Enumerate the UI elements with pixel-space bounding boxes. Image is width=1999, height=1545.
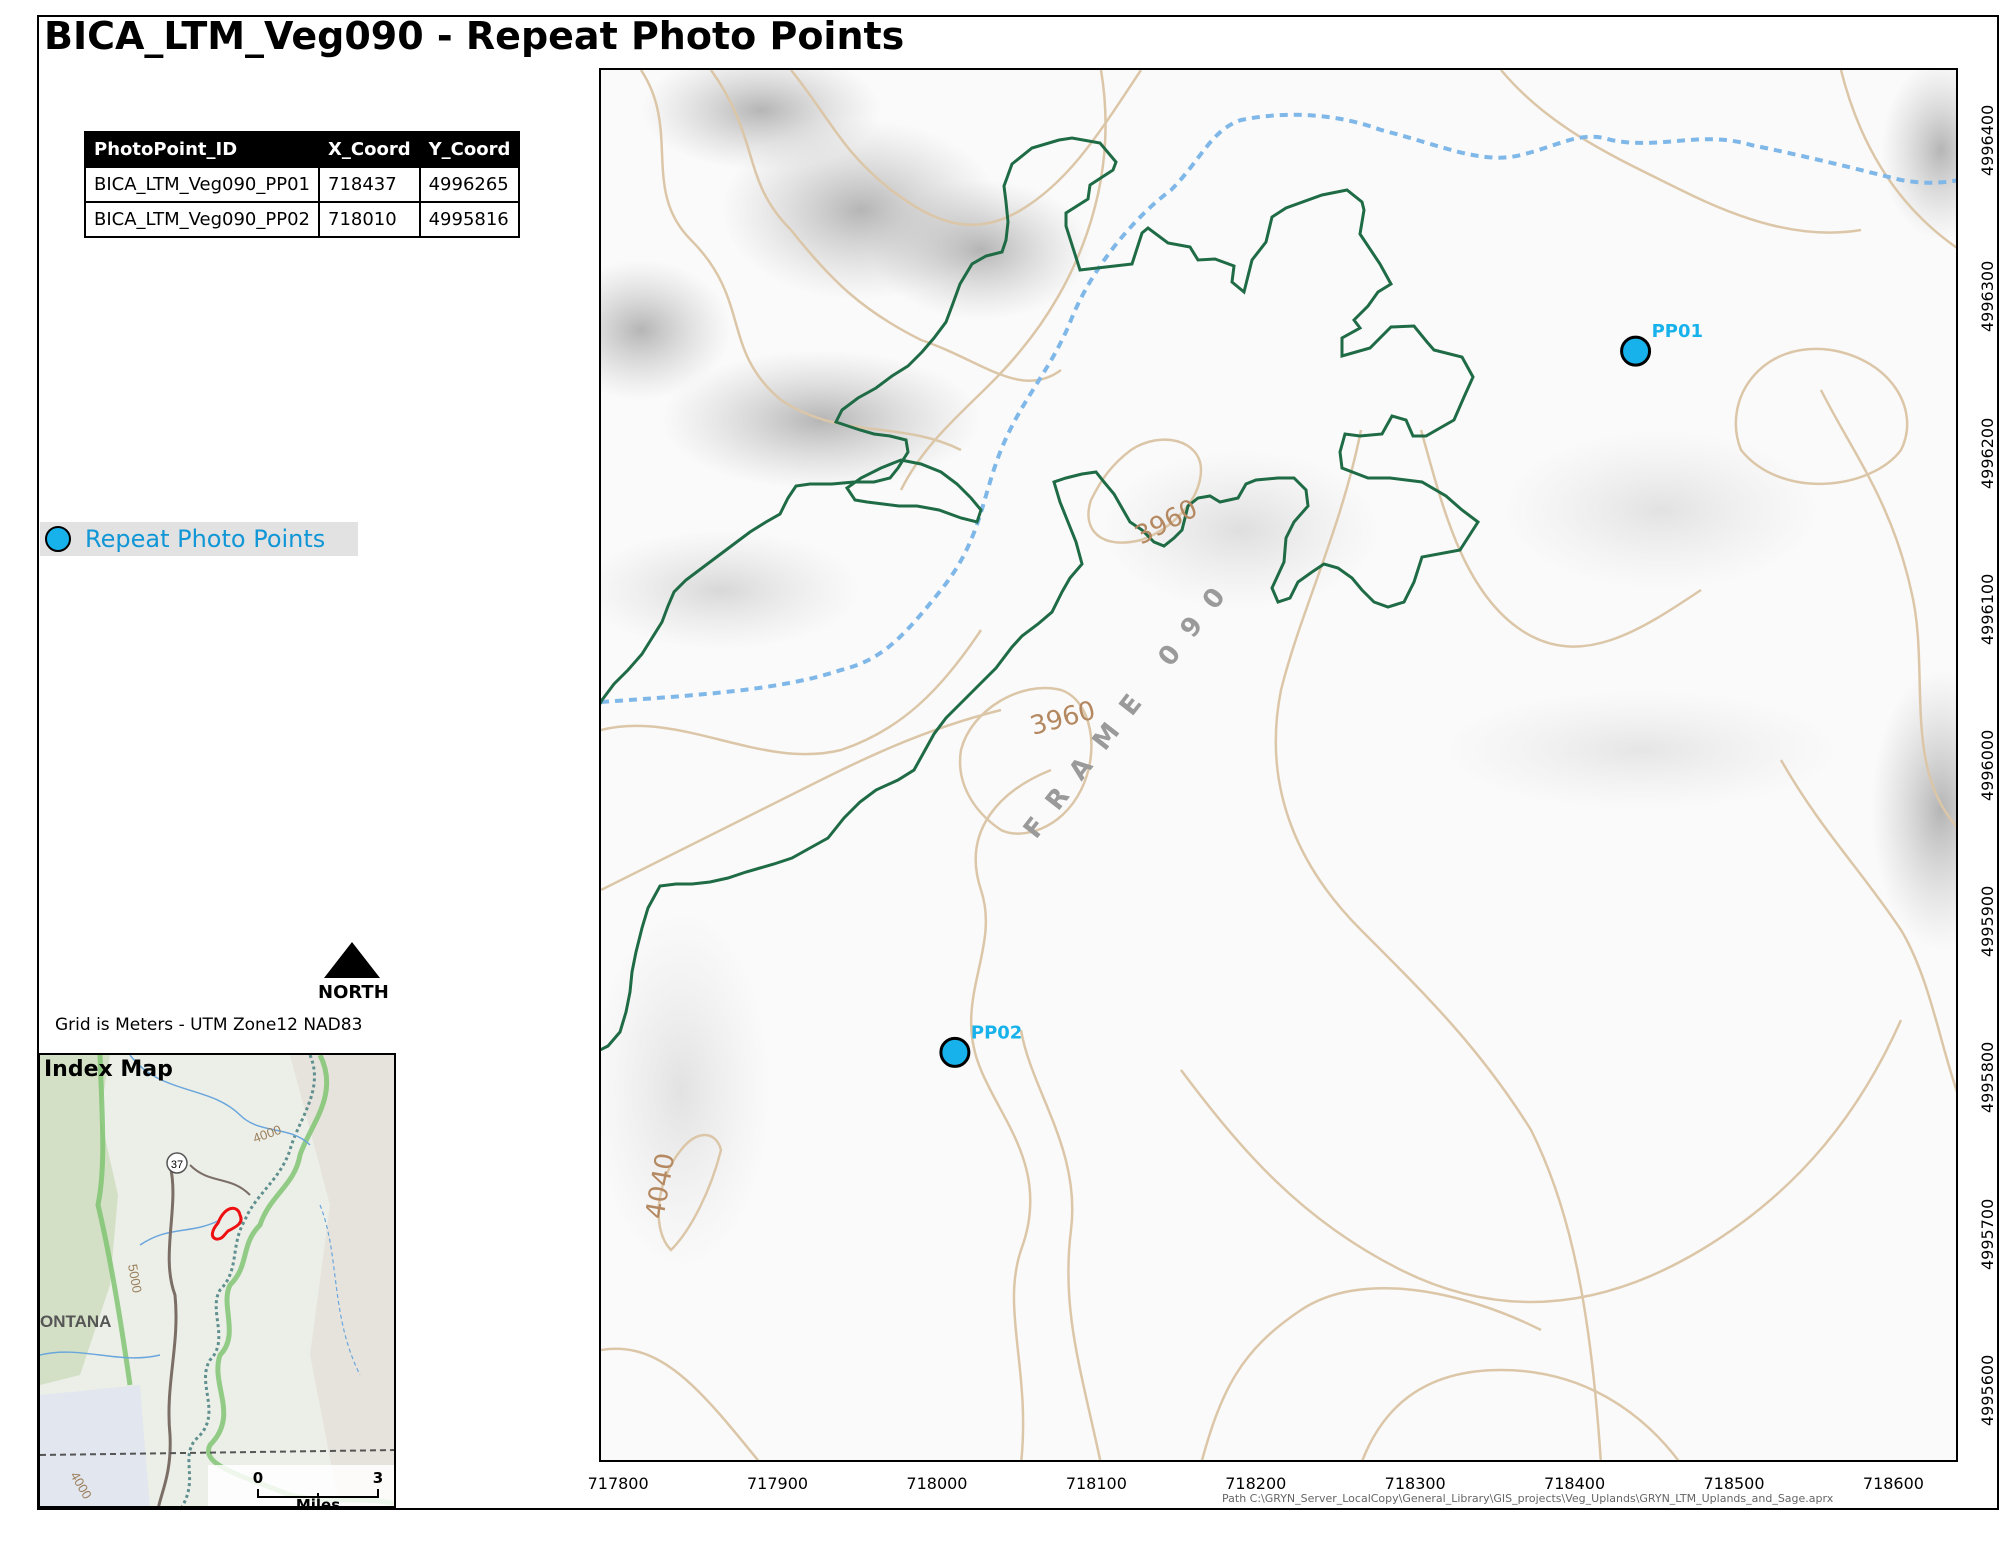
- y-tick-label: 4995600: [1978, 1354, 1997, 1426]
- photo-point-marker[interactable]: [1620, 335, 1652, 367]
- cell-x-coord: 718010: [318, 201, 421, 238]
- cell-photopoint-id: BICA_LTM_Veg090_PP01: [84, 166, 320, 203]
- table-header-row: PhotoPoint_ID X_Coord Y_Coord: [84, 131, 521, 168]
- main-map: FRAME 090 3960 3960 4040 PP01 PP02: [599, 68, 1958, 1462]
- main-map-graphic: FRAME 090396039604040PP01PP02: [601, 70, 1956, 1460]
- x-tick-label: 718100: [1065, 1474, 1127, 1493]
- photo-point-marker[interactable]: [939, 1036, 971, 1068]
- scale-start: 0: [253, 1469, 263, 1487]
- highway-label: 37: [171, 1159, 183, 1171]
- legend: Repeat Photo Points: [40, 522, 358, 556]
- x-tick-label: 717900: [746, 1474, 809, 1493]
- y-tick-label: 4996000: [1978, 729, 1997, 801]
- header-x-coord: X_Coord: [318, 131, 421, 168]
- cell-y-coord: 4995816: [418, 201, 521, 238]
- index-map-title: Index Map: [44, 1057, 173, 1082]
- photo-point-table: PhotoPoint_ID X_Coord Y_Coord BICA_LTM_V…: [84, 131, 521, 238]
- index-map: 37 ONTANA 4000 5000 4000 0 3 Miles Index…: [38, 1053, 396, 1508]
- photo-point-label: PP02: [971, 1022, 1022, 1043]
- x-tick-label: 718300: [1384, 1474, 1446, 1493]
- map-title: BICA_LTM_Veg090 - Repeat Photo Points: [44, 14, 905, 58]
- y-tick-label: 4995800: [1978, 1042, 1997, 1114]
- cell-y-coord: 4996265: [418, 166, 521, 203]
- y-tick-label: 4995700: [1978, 1198, 1997, 1270]
- state-label: ONTANA: [40, 1312, 111, 1331]
- header-y-coord: Y_Coord: [418, 131, 521, 168]
- photo-point-legend-icon: [45, 526, 71, 552]
- header-photopoint-id: PhotoPoint_ID: [84, 131, 320, 168]
- x-tick-label: 718600: [1862, 1474, 1924, 1493]
- y-tick-label: 4995900: [1978, 885, 1997, 958]
- x-tick-label: 718000: [906, 1474, 968, 1493]
- y-tick-label: 4996300: [1978, 261, 1997, 333]
- x-tick-label: 718200: [1225, 1474, 1287, 1493]
- legend-label: Repeat Photo Points: [85, 525, 326, 553]
- scale-unit: Miles: [296, 1496, 340, 1508]
- scale-end: 3: [373, 1469, 383, 1487]
- table-row: BICA_LTM_Veg090_PP02 718010 4995816: [84, 201, 521, 238]
- cell-photopoint-id: BICA_LTM_Veg090_PP02: [84, 201, 320, 238]
- x-tick-label: 718400: [1544, 1474, 1606, 1493]
- y-tick-label: 4996100: [1978, 573, 1997, 645]
- photo-point-label: PP01: [1652, 321, 1703, 342]
- north-label: NORTH: [318, 982, 389, 1003]
- y-tick-label: 4996200: [1978, 417, 1997, 489]
- table-row: BICA_LTM_Veg090_PP01 718437 4996265: [84, 166, 521, 203]
- y-tick-label: 4996400: [1978, 105, 1997, 177]
- cell-x-coord: 718437: [318, 166, 421, 203]
- path-note: Path C:\GRYN_Server_LocalCopy\General_Li…: [1222, 1492, 1834, 1505]
- grid-note: Grid is Meters - UTM Zone12 NAD83: [55, 1015, 363, 1035]
- x-tick-label: 717800: [587, 1474, 649, 1493]
- index-map-graphic: 37 ONTANA 4000 5000 4000 0 3 Miles: [40, 1055, 394, 1508]
- x-tick-label: 718500: [1703, 1474, 1765, 1493]
